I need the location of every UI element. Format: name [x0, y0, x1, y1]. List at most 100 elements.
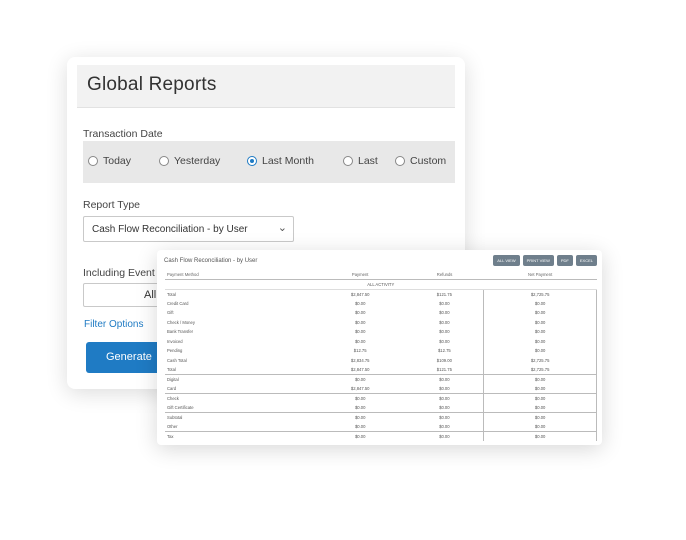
column-header: Refunds: [405, 270, 484, 280]
radio-label: Today: [103, 155, 132, 167]
radio-button-icon[interactable]: [395, 156, 405, 166]
table-cell-payment: $2,847.50: [350, 386, 370, 391]
table-cell-refunds: $0.00: [439, 310, 450, 316]
table-cell-payment: $0.00: [315, 374, 406, 384]
report-preview-panel: Cash Flow Reconciliation - by User ALL V…: [157, 250, 602, 445]
table-cell-label: Check: [165, 393, 315, 403]
table-cell-label: Check / Money: [167, 319, 195, 325]
table-cell-refunds: $0.00: [405, 431, 484, 441]
radio-button-icon[interactable]: [88, 156, 98, 166]
print-view-button[interactable]: PRINT VIEW: [522, 255, 554, 266]
table-row: Pending $12.75 $12.75 $0.00: [165, 346, 597, 356]
table-row: Tax $0.00 $0.00 $0.00: [165, 431, 597, 441]
table-cell-payment: $0.00: [315, 412, 406, 422]
including-event-value: All: [144, 289, 157, 301]
table-cell-label: Subtotal: [165, 412, 315, 422]
table-cell-payment: $0.00: [354, 329, 366, 335]
table-cell-label: Invoiced: [167, 338, 183, 344]
report-type-label: Report Type: [83, 199, 141, 211]
all-view-button[interactable]: ALL VIEW: [493, 255, 520, 266]
table-cell-refunds: $0.00: [439, 386, 450, 391]
table-cell-net: $0.00: [483, 336, 597, 346]
table-cell-net: $0.00: [483, 317, 597, 327]
table-row: Total $2,847.50 $121.75 $2,725.75: [165, 365, 597, 375]
report-type-select[interactable]: Cash Flow Reconciliation - by User ⌄: [83, 216, 294, 242]
table-cell-net: $0.00: [483, 412, 597, 422]
report-table: Payment Method Payment Refunds Net Payme…: [165, 270, 597, 441]
table-row: Check $0.00 $0.00 $0.00: [165, 393, 597, 403]
transaction-date-radio-group: Today Yesterday Last Month Last Custom: [83, 141, 455, 183]
report-type-value: Cash Flow Reconciliation - by User: [92, 224, 248, 235]
radio-yesterday[interactable]: Yesterday: [159, 155, 220, 167]
table-cell-refunds: $12.75: [437, 348, 451, 354]
page-title: Global Reports: [87, 74, 217, 95]
table-cell-refunds: $0.00: [405, 393, 484, 403]
radio-last-month[interactable]: Last Month: [247, 155, 314, 167]
table-cell-refunds: $0.00: [439, 424, 450, 429]
table-cell-net: $2,725.75: [483, 355, 597, 365]
radio-label: Last Month: [262, 155, 314, 167]
radio-label: Custom: [410, 155, 447, 167]
table-row: Invoiced $0.00 $0.00 $0.00: [165, 336, 597, 346]
table-header-row: Payment Method Payment Refunds Net Payme…: [165, 270, 597, 280]
panel-header: Global Reports: [77, 65, 455, 108]
table-row: Subtotal $0.00 $0.00 $0.00: [165, 412, 597, 422]
column-header: Net Payment: [483, 270, 597, 280]
radio-button-checked-icon[interactable]: [247, 156, 257, 166]
transaction-date-label: Transaction Date: [83, 128, 163, 140]
table-cell-payment: $0.00: [315, 431, 406, 441]
filter-options-link[interactable]: Filter Options: [84, 319, 143, 330]
table-cell-net: $0.00: [483, 346, 597, 356]
including-event-label: Including Event: [83, 267, 155, 279]
table-row: Card $2,847.50 $0.00 $0.00: [165, 384, 597, 394]
all-activity-row: ALL ACTIVITY: [165, 279, 597, 290]
table-cell-net: $0.00: [483, 308, 597, 318]
table-cell-payment: $0.00: [354, 424, 366, 429]
table-cell-net: $0.00: [483, 403, 597, 413]
radio-custom[interactable]: Custom: [395, 155, 446, 167]
report-toolbar: ALL VIEW PRINT VIEW PDF EXCEL: [493, 255, 597, 266]
table-cell-net: $0.00: [483, 384, 597, 394]
table-row: Gift $0.00 $0.00 $0.00: [165, 308, 597, 318]
table-row: Credit Card $0.00 $0.00 $0.00: [165, 298, 597, 308]
table-cell-refunds: $0.00: [439, 300, 450, 306]
table-cell-net: $0.00: [483, 327, 597, 337]
radio-today[interactable]: Today: [88, 155, 131, 167]
all-activity-label: ALL ACTIVITY: [165, 279, 597, 290]
table-cell-payment: $0.00: [354, 338, 366, 344]
table-row: Gift Certificate $0.00 $0.00 $0.00: [165, 403, 597, 413]
table-cell-refunds: $0.00: [405, 374, 484, 384]
excel-button[interactable]: EXCEL: [575, 255, 597, 266]
table-cell-label: Card: [167, 386, 177, 391]
column-header: Payment Method: [165, 270, 315, 280]
table-cell-payment: $0.00: [354, 319, 366, 325]
report-title: Cash Flow Reconciliation - by User: [164, 258, 258, 264]
table-cell-net: $0.00: [483, 422, 597, 432]
table-cell-label: Credit Card: [167, 300, 189, 306]
table-cell-net: $0.00: [483, 298, 597, 308]
table-cell-payment: $12.75: [353, 348, 367, 354]
table-row: Bank Transfer $0.00 $0.00 $0.00: [165, 327, 597, 337]
table-cell-payment: $0.00: [315, 393, 406, 403]
table-cell-refunds: $0.00: [439, 329, 450, 335]
table-cell-refunds: $121.75: [436, 367, 452, 372]
table-cell-net: $0.00: [483, 374, 597, 384]
chevron-down-icon: ⌄: [277, 222, 287, 234]
table-row: Total $2,847.50 $121.75 $2,725.75: [165, 289, 597, 299]
table-cell-label: Bank Transfer: [167, 329, 194, 335]
table-cell-label: Gift Certificate: [167, 405, 194, 410]
radio-button-icon[interactable]: [343, 156, 353, 166]
table-cell-payment: $0.00: [354, 310, 366, 316]
table-cell-net: $2,725.75: [483, 365, 597, 375]
pdf-button[interactable]: PDF: [556, 255, 573, 266]
table-cell-refunds: $121.75: [436, 291, 452, 297]
table-cell-payment: $2,847.50: [350, 291, 370, 297]
table-row: Check / Money $0.00 $0.00 $0.00: [165, 317, 597, 327]
table-cell-refunds: $0.00: [439, 319, 450, 325]
radio-button-icon[interactable]: [159, 156, 169, 166]
table-cell-label: Pending: [167, 348, 183, 354]
radio-last[interactable]: Last: [343, 155, 378, 167]
table-cell-net: $2,725.75: [483, 289, 597, 299]
table-row: Digital $0.00 $0.00 $0.00: [165, 374, 597, 384]
radio-label: Last: [358, 155, 378, 167]
